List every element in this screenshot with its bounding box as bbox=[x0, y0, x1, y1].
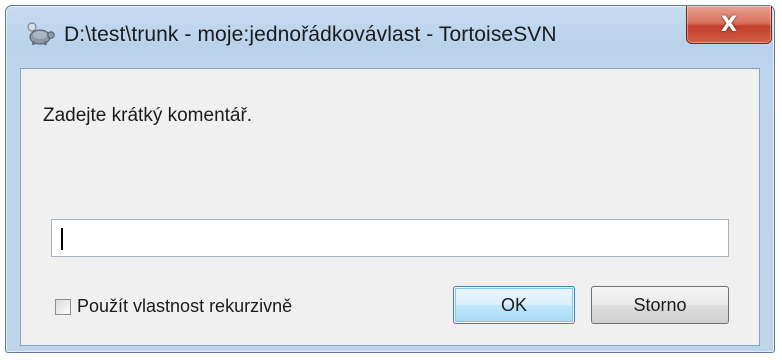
dialog-window: D:\test\trunk - moje:jednořádkovávlast -… bbox=[5, 5, 775, 353]
dialog-body: Zadejte krátký komentář. Použít vlastnos… bbox=[20, 68, 760, 346]
ok-button[interactable]: OK bbox=[453, 286, 575, 324]
comment-input[interactable] bbox=[51, 219, 729, 257]
window-title: D:\test\trunk - moje:jednořádkovávlast -… bbox=[64, 23, 557, 46]
recursive-checkbox[interactable] bbox=[55, 298, 71, 315]
cancel-button[interactable]: Storno bbox=[591, 286, 729, 324]
recursive-checkbox-label[interactable]: Použít vlastnost rekurzivně bbox=[77, 296, 292, 317]
recursive-checkbox-row[interactable]: Použít vlastnost rekurzivně bbox=[55, 296, 292, 317]
text-caret bbox=[61, 228, 63, 250]
prompt-label: Zadejte krátký komentář. bbox=[43, 105, 253, 126]
close-icon: X bbox=[720, 12, 738, 36]
close-button[interactable]: X bbox=[686, 6, 772, 44]
title-bar[interactable]: D:\test\trunk - moje:jednořádkovávlast -… bbox=[6, 6, 774, 68]
tortoise-icon bbox=[27, 22, 55, 45]
